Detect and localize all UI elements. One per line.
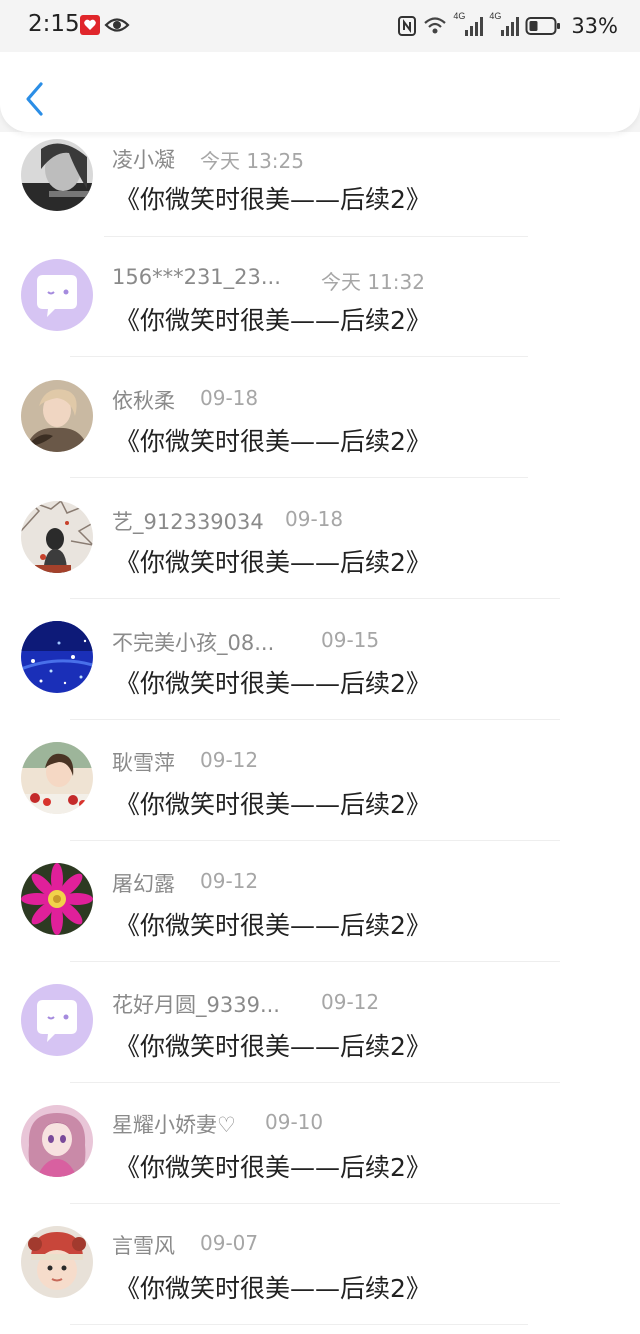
list-item[interactable]: 星耀小娇妻♡ 09-10 《你微笑时很美——后续2》 <box>0 1093 640 1213</box>
article-title[interactable]: 《你微笑时很美——后续2》 <box>115 664 431 700</box>
user-name[interactable]: 花好月圆_9339... <box>112 989 280 1019</box>
divider <box>70 477 528 478</box>
list-item[interactable]: 花好月圆_9339... 09-12 《你微笑时很美——后续2》 <box>0 972 640 1092</box>
battery-icon <box>525 17 561 35</box>
chevron-left-icon <box>26 82 43 116</box>
comment-time: 09-10 <box>265 1110 324 1134</box>
comment-time: 09-12 <box>200 869 259 893</box>
comment-time: 09-18 <box>200 386 259 410</box>
avatar[interactable] <box>21 742 93 814</box>
article-title[interactable]: 《你微笑时很美——后续2》 <box>115 301 431 337</box>
list-item[interactable]: 依秋柔 09-18 《你微笑时很美——后续2》 <box>0 367 640 487</box>
nfc-icon <box>398 16 417 36</box>
user-name[interactable]: 不完美小孩_08... <box>112 627 274 657</box>
avatar[interactable] <box>21 1105 93 1177</box>
back-button[interactable] <box>18 78 52 120</box>
avatar[interactable] <box>21 863 93 935</box>
comment-time: 09-12 <box>200 748 259 772</box>
network-label-2: 4G <box>489 11 502 21</box>
user-name[interactable]: 言雪风 <box>112 1230 175 1260</box>
divider <box>70 1324 528 1325</box>
status-indicators: 4G 4G 33% <box>397 11 618 40</box>
article-title[interactable]: 《你微笑时很美——后续2》 <box>115 1269 431 1305</box>
user-name[interactable]: 艺_912339034 <box>112 506 264 536</box>
list-item[interactable]: 156***231_23... 今天 11:32 《你微笑时很美——后续2》 <box>0 246 640 366</box>
divider <box>70 840 560 841</box>
list-item[interactable]: 言雪风 09-07 《你微笑时很美——后续2》 <box>0 1214 640 1334</box>
divider <box>104 236 528 237</box>
avatar[interactable] <box>21 380 93 452</box>
eye-icon <box>104 14 130 40</box>
divider <box>70 356 528 357</box>
network-label-1: 4G <box>453 11 466 21</box>
divider <box>70 598 560 599</box>
wifi-icon <box>424 17 447 34</box>
article-title[interactable]: 《你微笑时很美——后续2》 <box>115 543 431 579</box>
avatar[interactable] <box>21 1226 93 1298</box>
divider <box>70 719 560 720</box>
user-name[interactable]: 耿雪萍 <box>112 747 175 777</box>
user-name[interactable]: 凌小凝 <box>112 144 175 174</box>
divider <box>70 1082 560 1083</box>
article-title[interactable]: 《你微笑时很美——后续2》 <box>115 785 431 821</box>
article-title[interactable]: 《你微笑时很美——后续2》 <box>115 422 431 458</box>
user-name[interactable]: 星耀小娇妻♡ <box>112 1109 236 1139</box>
header-bar <box>0 52 640 132</box>
signal-icon-2: 4G <box>489 11 520 38</box>
comment-time: 09-18 <box>285 507 344 531</box>
comment-time: 今天 11:32 <box>321 270 425 294</box>
battery-percent: 33% <box>571 14 618 38</box>
user-name[interactable]: 依秋柔 <box>112 385 175 415</box>
comment-time: 今天 13:25 <box>200 149 304 173</box>
article-title[interactable]: 《你微笑时很美——后续2》 <box>115 906 431 942</box>
comment-time: 09-12 <box>321 990 380 1014</box>
article-title[interactable]: 《你微笑时很美——后续2》 <box>115 1027 431 1063</box>
comment-time: 09-07 <box>200 1231 259 1255</box>
divider <box>70 1203 560 1204</box>
signal-icon-1: 4G <box>453 11 484 38</box>
avatar[interactable] <box>21 139 93 211</box>
avatar[interactable] <box>21 621 93 693</box>
list-item[interactable]: 屠幻露 09-12 《你微笑时很美——后续2》 <box>0 851 640 971</box>
comment-time: 09-15 <box>321 628 380 652</box>
avatar[interactable] <box>21 984 93 1056</box>
list-item[interactable]: 耿雪萍 09-12 《你微笑时很美——后续2》 <box>0 730 640 850</box>
user-name[interactable]: 156***231_23... <box>112 265 281 289</box>
list-item[interactable]: 凌小凝 今天 13:25 《你微笑时很美——后续2》 <box>0 125 640 245</box>
user-name[interactable]: 屠幻露 <box>112 868 175 898</box>
avatar[interactable] <box>21 501 93 573</box>
list-item[interactable]: 不完美小孩_08... 09-15 《你微笑时很美——后续2》 <box>0 609 640 729</box>
avatar[interactable] <box>21 259 93 331</box>
article-title[interactable]: 《你微笑时很美——后续2》 <box>115 180 431 216</box>
list-item[interactable]: 艺_912339034 09-18 《你微笑时很美——后续2》 <box>0 488 640 608</box>
divider <box>70 961 560 962</box>
article-title[interactable]: 《你微笑时很美——后续2》 <box>115 1148 431 1184</box>
status-bar: 2:15 4G 4G 33% <box>0 0 640 52</box>
status-time: 2:15 <box>28 11 80 37</box>
app-notification-icon <box>80 15 100 35</box>
